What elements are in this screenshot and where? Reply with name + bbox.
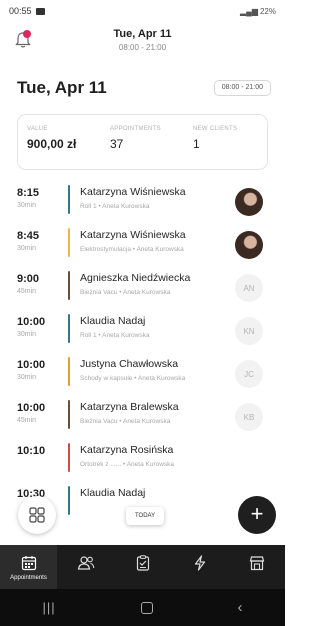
service-and-staff: Elektrostymulacja • Aneta Kurowska: [80, 246, 184, 253]
service-and-staff: Roll 1 • Aneta Kurowska: [80, 203, 150, 210]
status-time: 00:55: [9, 6, 32, 16]
service-and-staff: Ortotrek z ...... • Aneta Kurowska: [80, 461, 175, 468]
client-avatar[interactable]: [235, 231, 263, 259]
tab-reports[interactable]: [114, 545, 171, 589]
header-hours: 08:00 - 21:00: [118, 43, 167, 52]
clients-icon: [77, 556, 94, 570]
back-button[interactable]: ‹: [238, 599, 243, 616]
service-color-bar: [68, 443, 70, 472]
client-name: Katarzyna Rosińska: [80, 444, 174, 456]
appointment-row[interactable]: 8:15 30min Katarzyna Wiśniewska Roll 1 • An…: [0, 180, 285, 223]
service-and-staff: Roll 1 • Aneta Kurowska: [80, 332, 150, 339]
appointment-time: 8:45: [17, 230, 40, 242]
top-bar: Tue, Apr 11 08:00 - 21:00: [0, 22, 285, 62]
service-color-bar: [68, 228, 70, 257]
appointment-row[interactable]: 10:00 45min Katarzyna Bralewska Bieżnia Vac…: [0, 395, 285, 438]
service-color-bar: [68, 185, 70, 214]
appointment-duration: 30min: [17, 245, 37, 252]
client-name: Katarzyna Wiśniewska: [80, 186, 186, 198]
client-initials-avatar[interactable]: JC: [235, 360, 263, 388]
add-appointment-button[interactable]: +: [238, 496, 276, 534]
stat-label: VALUE: [27, 126, 48, 132]
stat-number: 900,00 zł: [27, 137, 77, 151]
stat-label: NEW CLIENTS: [193, 126, 238, 132]
appointment-time: 10:00: [17, 402, 46, 414]
appointment-time: 8:15: [17, 187, 40, 199]
bottom-tab-bar: Appointments: [0, 545, 285, 589]
status-bar: 00:55 ▂▄▆ 22%: [0, 0, 285, 22]
tab-marketing[interactable]: [171, 545, 228, 589]
service-color-bar: [68, 400, 70, 429]
service-color-bar: [68, 357, 70, 386]
stats-card: VALUE 900,00 zł APPOINTMENTS 37 NEW CLIE…: [17, 114, 268, 170]
appointment-row[interactable]: 9:00 45min Agnieszka Niedźwiecka Bieżnia Va…: [0, 266, 285, 309]
client-initials-avatar[interactable]: AN: [235, 274, 263, 302]
system-navigation-bar: ||| ‹: [0, 589, 285, 626]
client-name: Klaudia Nadaj: [80, 315, 146, 327]
plus-icon: +: [250, 501, 264, 526]
appointment-time: 10:00: [17, 316, 46, 328]
service-and-staff: Bieżnia Vacu • Aneta Kurowska: [80, 418, 171, 425]
client-initials-avatar[interactable]: KB: [235, 403, 263, 431]
appointment-time: 9:00: [17, 273, 40, 285]
stat-new-clients: NEW CLIENTS 1: [184, 115, 267, 169]
appointment-row[interactable]: 10:10 Katarzyna Rosińska Ortotrek z ......…: [0, 438, 285, 481]
client-avatar[interactable]: [235, 188, 263, 216]
working-hours-chip[interactable]: 08:00 - 21:00: [213, 80, 271, 96]
client-name: Katarzyna Bralewska: [80, 401, 179, 413]
appointment-duration: 30min: [17, 374, 37, 381]
client-name: Agnieszka Niedźwiecka: [80, 272, 191, 284]
day-title: Tue, Apr 11: [17, 78, 107, 97]
stat-label: APPOINTMENTS: [110, 126, 161, 132]
appointment-duration: 45min: [17, 417, 37, 424]
appointment-row[interactable]: 10:00 30min Justyna Chawłowska Schody w kap…: [0, 352, 285, 395]
home-button[interactable]: [140, 601, 153, 614]
recent-apps-button[interactable]: |||: [42, 600, 55, 615]
service-color-bar: [68, 314, 70, 343]
appointment-duration: 45min: [17, 288, 37, 295]
service-color-bar: [68, 486, 70, 515]
appointment-time: 10:10: [17, 445, 46, 457]
appointment-row[interactable]: 10:00 30min Klaudia Nadaj Roll 1 • Aneta Ku…: [0, 309, 285, 352]
tab-appointments[interactable]: Appointments: [0, 545, 57, 589]
calendar-icon: [21, 556, 36, 571]
stat-appointments: APPOINTMENTS 37: [101, 115, 184, 169]
lightning-icon: [194, 555, 205, 571]
appointment-row[interactable]: 8:45 30min Katarzyna Wiśniewska Elektrostym…: [0, 223, 285, 266]
stat-number: 1: [193, 137, 200, 151]
tab-clients[interactable]: [57, 545, 114, 589]
message-notification-icon: [35, 7, 45, 15]
today-button[interactable]: TODAY: [126, 507, 165, 525]
tab-label: Appointments: [10, 575, 47, 581]
appointment-list: 8:15 30min Katarzyna Wiśniewska Roll 1 • An…: [0, 180, 285, 524]
service-and-staff: Schody w kapsule • Aneta Kurowska: [80, 375, 186, 382]
client-initials-avatar[interactable]: KN: [235, 317, 263, 345]
grid-icon: [29, 507, 45, 523]
client-name: Justyna Chawłowska: [80, 358, 179, 370]
service-color-bar: [68, 271, 70, 300]
stat-number: 37: [110, 137, 124, 151]
appointment-duration: 30min: [17, 331, 37, 338]
shop-icon: [249, 556, 264, 571]
battery-level: 22%: [259, 6, 276, 16]
stat-value: VALUE 900,00 zł: [18, 115, 101, 169]
view-toggle-button[interactable]: [18, 496, 56, 534]
header-date[interactable]: Tue, Apr 11: [0, 28, 285, 40]
client-name: Katarzyna Wiśniewska: [80, 229, 186, 241]
clipboard-icon: [136, 555, 149, 571]
signal-icon: ▂▄▆: [240, 6, 258, 16]
appointment-duration: 30min: [17, 202, 37, 209]
client-name: Klaudia Nadaj: [80, 487, 146, 499]
tab-shop[interactable]: [228, 545, 285, 589]
appointment-time: 10:00: [17, 359, 46, 371]
service-and-staff: Bieżnia Vacu • Aneta Kurowska: [80, 289, 171, 296]
